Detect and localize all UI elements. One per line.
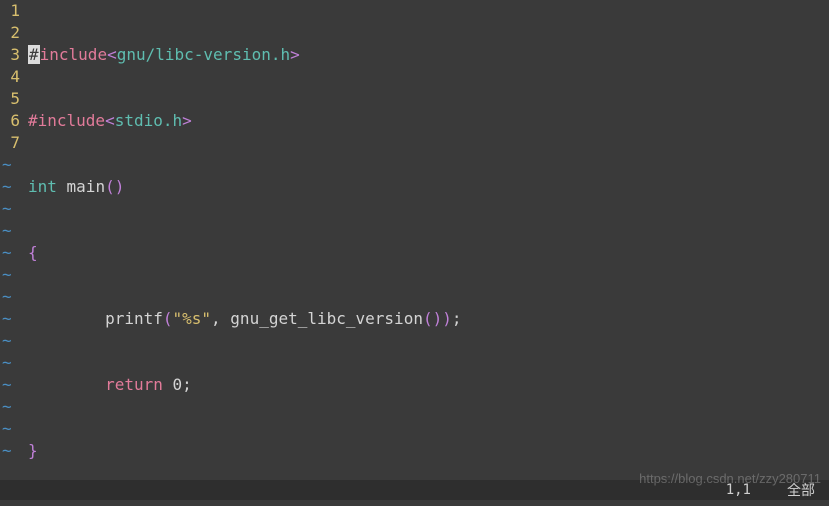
type-keyword: int bbox=[28, 177, 57, 196]
line-number: 7 bbox=[0, 132, 20, 154]
code-line: #include<stdio.h> bbox=[28, 110, 829, 132]
tilde-icon: ~ bbox=[2, 352, 12, 374]
tilde-icon: ~ bbox=[2, 308, 12, 330]
parens: () bbox=[105, 177, 124, 196]
paren: ()) bbox=[423, 309, 452, 328]
line-number: 3 bbox=[0, 44, 20, 66]
indent bbox=[28, 309, 105, 328]
tilde-icon: ~ bbox=[2, 264, 12, 286]
paren: ( bbox=[163, 309, 173, 328]
header-name: stdio.h bbox=[115, 111, 182, 130]
tilde-icon: ~ bbox=[2, 440, 12, 462]
indent bbox=[28, 375, 105, 394]
function-call: printf bbox=[105, 309, 163, 328]
line-number: 2 bbox=[0, 22, 20, 44]
semicolon: ; bbox=[452, 309, 462, 328]
cursor-position: 1,1 bbox=[726, 482, 751, 498]
angle-bracket: < bbox=[107, 45, 117, 64]
code-line: { bbox=[28, 242, 829, 264]
code-line: return 0; bbox=[28, 374, 829, 396]
angle-bracket: > bbox=[290, 45, 300, 64]
open-brace: { bbox=[28, 243, 38, 262]
code-content[interactable]: #include<gnu/libc-version.h> #include<st… bbox=[28, 0, 829, 480]
tilde-icon: ~ bbox=[2, 154, 12, 176]
tilde-icon: ~ bbox=[2, 374, 12, 396]
code-line: } bbox=[28, 440, 829, 462]
line-number: 6 bbox=[0, 110, 20, 132]
tilde-icon: ~ bbox=[2, 396, 12, 418]
header-name: gnu/libc-version.h bbox=[117, 45, 290, 64]
return-keyword: return bbox=[105, 375, 163, 394]
code-line: int main() bbox=[28, 176, 829, 198]
line-number: 4 bbox=[0, 66, 20, 88]
scroll-indicator: 全部 bbox=[787, 480, 815, 500]
code-line: printf("%s", gnu_get_libc_version()); bbox=[28, 308, 829, 330]
tilde-icon: ~ bbox=[2, 176, 12, 198]
tilde-icon: ~ bbox=[2, 220, 12, 242]
keyword-include: include bbox=[40, 45, 107, 64]
function-name: main bbox=[57, 177, 105, 196]
angle-bracket: > bbox=[182, 111, 192, 130]
tilde-icon: ~ bbox=[2, 330, 12, 352]
editor-area[interactable]: 1 2 3 4 5 6 7 #include<gnu/libc-version.… bbox=[0, 0, 829, 480]
code-line: #include<gnu/libc-version.h> bbox=[28, 44, 829, 66]
return-value: 0; bbox=[163, 375, 192, 394]
empty-line-tildes: ~ ~ ~ ~ ~ ~ ~ ~ ~ ~ ~ ~ ~ ~ bbox=[2, 154, 12, 462]
cursor: # bbox=[28, 45, 40, 64]
line-number: 1 bbox=[0, 0, 20, 22]
keyword-include: #include bbox=[28, 111, 105, 130]
tilde-icon: ~ bbox=[2, 198, 12, 220]
tilde-icon: ~ bbox=[2, 418, 12, 440]
code-text: , gnu_get_libc_version bbox=[211, 309, 423, 328]
string-literal: "%s" bbox=[173, 309, 212, 328]
tilde-icon: ~ bbox=[2, 242, 12, 264]
close-brace: } bbox=[28, 441, 38, 460]
line-number: 5 bbox=[0, 88, 20, 110]
angle-bracket: < bbox=[105, 111, 115, 130]
status-bar: 1,1 全部 bbox=[0, 480, 829, 500]
tilde-icon: ~ bbox=[2, 286, 12, 308]
